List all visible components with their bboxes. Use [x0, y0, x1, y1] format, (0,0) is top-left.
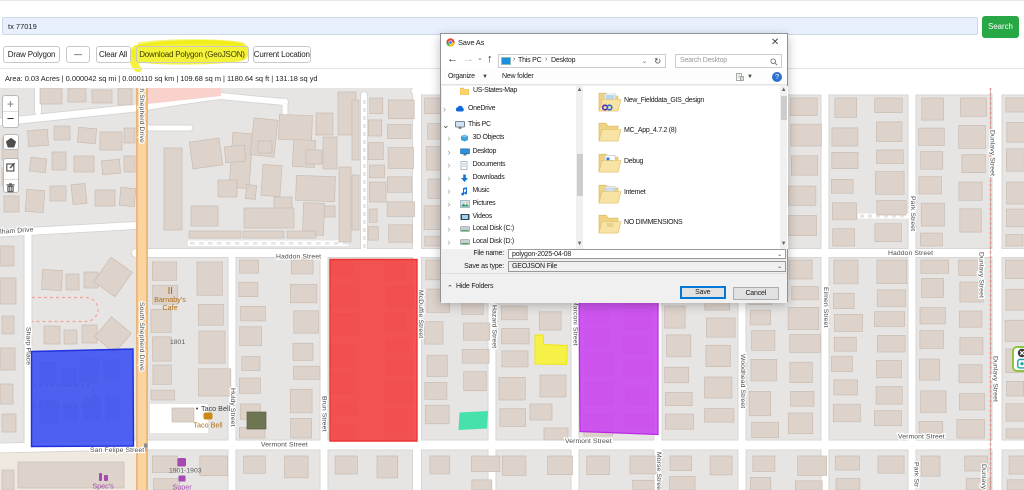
svg-text:Spec's: Spec's	[92, 482, 114, 490]
svg-text:Taco Bell: Taco Bell	[193, 421, 223, 430]
svg-text:South Shepherd Drive: South Shepherd Drive	[138, 302, 145, 371]
svg-text:South Shepherd Drive: South Shepherd Drive	[138, 88, 145, 143]
svg-text:San Felipe Street: San Felipe Street	[90, 447, 144, 454]
svg-text:Sharp Place: Sharp Place	[24, 327, 31, 365]
svg-text:McDuffie Street: McDuffie Street	[417, 290, 424, 338]
svg-text:Haddon Street: Haddon Street	[888, 250, 933, 257]
svg-text:Vermont Street: Vermont Street	[898, 434, 945, 441]
svg-text:Taco Bell: Taco Bell	[201, 404, 231, 413]
svg-text:Cafe: Cafe	[162, 303, 177, 312]
svg-text:Dunlavy Street: Dunlavy Street	[978, 252, 985, 298]
svg-text:Marconi Street: Marconi Street	[572, 300, 579, 346]
svg-text:Park Street: Park Street	[909, 196, 916, 231]
svg-text:Vermont Street: Vermont Street	[261, 442, 308, 449]
svg-text:Park Str: Park Str	[913, 462, 920, 488]
svg-text:Elmen Street: Elmen Street	[822, 287, 829, 328]
svg-text:Haddon Street: Haddon Street	[276, 254, 321, 261]
svg-text:Morse Street: Morse Street	[655, 452, 662, 490]
svg-text:Dunlavy Street: Dunlavy Street	[992, 356, 999, 402]
svg-text:Woodhead Street: Woodhead Street	[739, 354, 746, 408]
svg-text:1801: 1801	[170, 339, 185, 346]
svg-text:Super: Super	[172, 483, 192, 490]
svg-text:Dunlavy Street: Dunlavy Street	[989, 130, 996, 176]
svg-text:1901-1903: 1901-1903	[169, 468, 202, 475]
svg-text:Brun Street: Brun Street	[321, 396, 328, 431]
svg-text:Vermont Street: Vermont Street	[565, 438, 612, 445]
svg-text:Hazard Street: Hazard Street	[491, 305, 498, 348]
svg-text:Dunlavy: Dunlavy	[980, 464, 987, 490]
